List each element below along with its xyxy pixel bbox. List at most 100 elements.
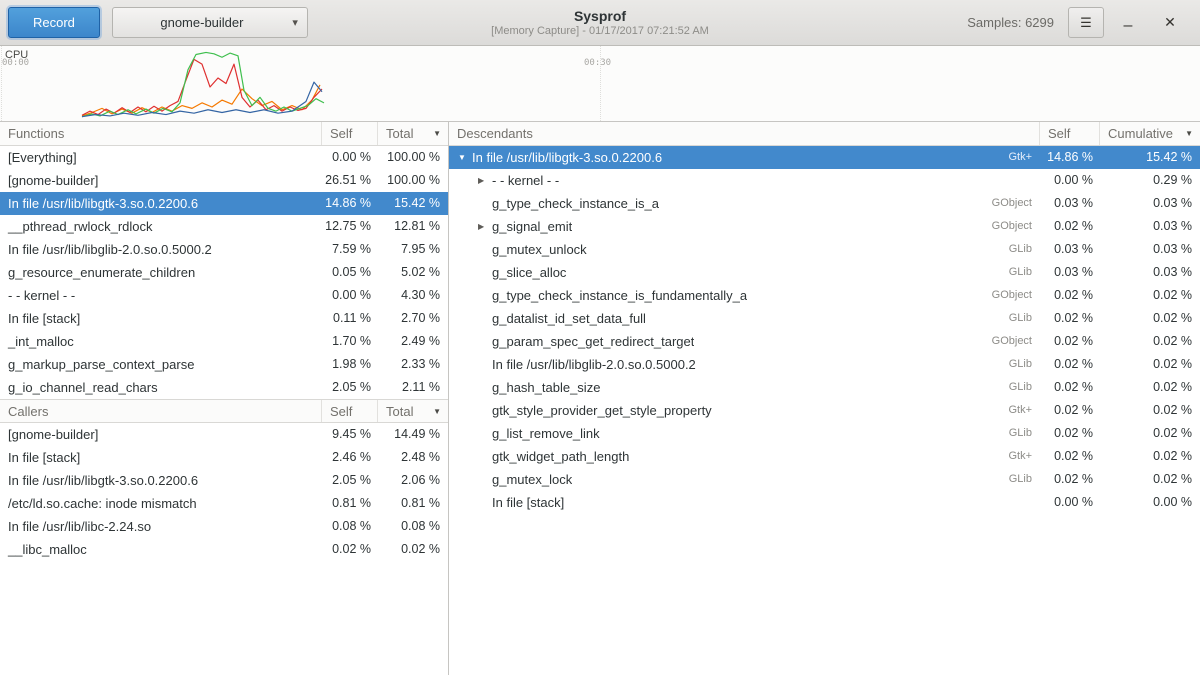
table-row[interactable]: In file /usr/lib/libglib-2.0.so.0.5000.2… [0, 238, 448, 261]
tree-expander-icon[interactable]: ▶ [478, 215, 492, 238]
table-row[interactable]: [gnome-builder]9.45 %14.49 % [0, 423, 448, 446]
hamburger-menu-button[interactable]: ☰ [1068, 7, 1104, 38]
row-function-name: g_hash_table_sizeGLib [449, 376, 1040, 399]
row-self-value: 0.02 % [1040, 445, 1100, 468]
table-row[interactable]: - - kernel - -0.00 %4.30 % [0, 284, 448, 307]
table-row[interactable]: ▶g_signal_emitGObject0.02 %0.03 % [449, 215, 1200, 238]
table-row[interactable]: In file /usr/lib/libc-2.24.so0.08 %0.08 … [0, 515, 448, 538]
self-column-header[interactable]: Self [1040, 122, 1100, 145]
row-self-value: 2.46 % [322, 446, 378, 469]
table-row[interactable]: g_hash_table_sizeGLib0.02 %0.02 % [449, 376, 1200, 399]
row-total-value: 14.49 % [378, 423, 448, 446]
table-row[interactable]: g_type_check_instance_is_aGObject0.03 %0… [449, 192, 1200, 215]
table-row[interactable]: [gnome-builder]26.51 %100.00 % [0, 169, 448, 192]
column-label: Self [330, 126, 352, 141]
table-row[interactable]: g_resource_enumerate_children0.05 %5.02 … [0, 261, 448, 284]
functions-table: [Everything]0.00 %100.00 %[gnome-builder… [0, 146, 448, 399]
total-column-header[interactable]: Total ▼ [378, 122, 448, 145]
row-function-name: g_type_check_instance_is_aGObject [449, 192, 1040, 215]
row-function-name: gtk_widget_path_lengthGtk+ [449, 445, 1040, 468]
table-row[interactable]: ▶- - kernel - -0.00 %0.29 % [449, 169, 1200, 192]
row-function-name: g_mutex_unlockGLib [449, 238, 1040, 261]
sort-indicator-icon: ▼ [433, 129, 444, 138]
process-selector-dropdown[interactable]: gnome-builder ▾ [112, 7, 308, 38]
table-row[interactable]: __libc_malloc0.02 %0.02 % [0, 538, 448, 561]
column-label: Functions [8, 126, 64, 141]
table-row[interactable]: g_datalist_id_set_data_fullGLib0.02 %0.0… [449, 307, 1200, 330]
row-self-value: 26.51 % [322, 169, 378, 192]
row-function-name: g_type_check_instance_is_fundamentally_a… [449, 284, 1040, 307]
row-total-value: 0.08 % [378, 515, 448, 538]
table-row[interactable]: In file /usr/lib/libgtk-3.so.0.2200.62.0… [0, 469, 448, 492]
row-function-name: [gnome-builder] [0, 169, 322, 192]
row-function-name: g_param_spec_get_redirect_target GObject [449, 330, 1040, 353]
row-total-value: 5.02 % [378, 261, 448, 284]
cpu-timeline[interactable]: CPU 00:00 00:30 [0, 46, 1200, 122]
self-column-header[interactable]: Self [322, 400, 378, 422]
hamburger-icon: ☰ [1080, 15, 1092, 30]
library-badge: GObject [982, 284, 1040, 307]
library-badge: GObject [982, 215, 1040, 238]
table-row[interactable]: gtk_widget_path_lengthGtk+0.02 %0.02 % [449, 445, 1200, 468]
row-self-value: 0.03 % [1040, 238, 1100, 261]
table-row[interactable]: g_param_spec_get_redirect_targetGObject0… [449, 330, 1200, 353]
row-cumulative-value: 0.02 % [1100, 284, 1200, 307]
function-name-label: g_slice_alloc [492, 261, 566, 284]
record-button[interactable]: Record [8, 7, 100, 38]
callers-column-header[interactable]: Callers [0, 400, 322, 422]
header-bar: Record gnome-builder ▾ Sysprof [Memory C… [0, 0, 1200, 46]
table-row[interactable]: _int_malloc1.70 %2.49 % [0, 330, 448, 353]
table-row[interactable]: __pthread_rwlock_rdlock12.75 %12.81 % [0, 215, 448, 238]
function-name-label: g_param_spec_get_redirect_target [492, 330, 694, 353]
cumulative-column-header[interactable]: Cumulative ▼ [1100, 122, 1200, 145]
row-total-value: 2.48 % [378, 446, 448, 469]
functions-column-header[interactable]: Functions [0, 122, 322, 145]
row-self-value: 0.00 % [322, 146, 378, 169]
table-row[interactable]: In file /usr/lib/libgtk-3.so.0.2200.614.… [0, 192, 448, 215]
table-row[interactable]: gtk_style_provider_get_style_propertyGtk… [449, 399, 1200, 422]
row-total-value: 2.11 % [378, 376, 448, 399]
callers-table-header: Callers Self Total ▼ [0, 399, 448, 423]
table-row[interactable]: /etc/ld.so.cache: inode mismatch0.81 %0.… [0, 492, 448, 515]
column-label: Self [330, 404, 352, 419]
column-label: Self [1048, 126, 1070, 141]
row-function-name: In file /usr/lib/libgtk-3.so.0.2200.6 [0, 192, 322, 215]
row-self-value: 1.98 % [322, 353, 378, 376]
function-name-label: g_type_check_instance_is_a [492, 192, 659, 215]
row-function-name: ▼In file /usr/lib/libgtk-3.so.0.2200.6Gt… [449, 146, 1040, 169]
descendants-column-header[interactable]: Descendants [449, 122, 1040, 145]
table-row[interactable]: g_list_remove_linkGLib0.02 %0.02 % [449, 422, 1200, 445]
library-badge: GLib [999, 238, 1040, 261]
table-row[interactable]: g_markup_parse_context_parse1.98 %2.33 % [0, 353, 448, 376]
table-row[interactable]: In file [stack]0.11 %2.70 % [0, 307, 448, 330]
table-row[interactable]: In file [stack]2.46 %2.48 % [0, 446, 448, 469]
table-row[interactable]: g_slice_allocGLib0.03 %0.03 % [449, 261, 1200, 284]
library-badge: GObject [982, 330, 1040, 353]
function-name-label: In file [stack] [492, 491, 564, 514]
minimize-button[interactable]: – [1114, 9, 1142, 37]
table-row[interactable]: g_type_check_instance_is_fundamentally_a… [449, 284, 1200, 307]
column-label: Total [386, 404, 413, 419]
functions-table-header: Functions Self Total ▼ [0, 122, 448, 146]
table-row[interactable]: g_mutex_unlockGLib0.03 %0.03 % [449, 238, 1200, 261]
table-row[interactable]: In file [stack]0.00 %0.00 % [449, 491, 1200, 514]
table-row[interactable]: g_io_channel_read_chars2.05 %2.11 % [0, 376, 448, 399]
library-badge: Gtk+ [998, 445, 1040, 468]
table-row[interactable]: [Everything]0.00 %100.00 % [0, 146, 448, 169]
row-self-value: 0.02 % [1040, 376, 1100, 399]
table-row[interactable]: ▼In file /usr/lib/libgtk-3.so.0.2200.6Gt… [449, 146, 1200, 169]
row-cumulative-value: 0.03 % [1100, 261, 1200, 284]
row-self-value: 2.05 % [322, 469, 378, 492]
function-name-label: g_datalist_id_set_data_full [492, 307, 646, 330]
tree-expander-icon[interactable]: ▶ [478, 169, 492, 192]
table-row[interactable]: In file /usr/lib/libglib-2.0.so.0.5000.2… [449, 353, 1200, 376]
self-column-header[interactable]: Self [322, 122, 378, 145]
row-function-name: g_markup_parse_context_parse [0, 353, 322, 376]
table-row[interactable]: g_mutex_lockGLib0.02 %0.02 % [449, 468, 1200, 491]
close-button[interactable]: ✕ [1156, 9, 1184, 37]
left-pane: Functions Self Total ▼ [Everything]0.00 … [0, 122, 449, 675]
row-self-value: 12.75 % [322, 215, 378, 238]
tree-expander-icon[interactable]: ▼ [458, 146, 472, 169]
row-cumulative-value: 15.42 % [1100, 146, 1200, 169]
total-column-header[interactable]: Total ▼ [378, 400, 448, 422]
